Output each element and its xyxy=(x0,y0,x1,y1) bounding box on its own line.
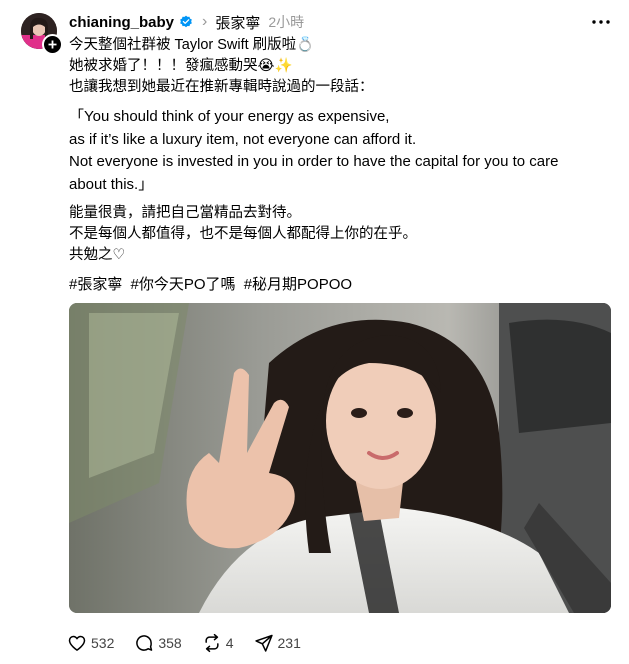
quote-line: as if it’s like a luxury item, not every… xyxy=(69,130,417,148)
topic-tag-link[interactable]: 張家寧 xyxy=(215,12,260,33)
more-dots-icon[interactable] xyxy=(589,11,613,33)
username-link[interactable]: chianing_baby xyxy=(69,14,174,31)
hashtag-link[interactable]: #張家寧 xyxy=(69,276,122,293)
post-header: chianing_baby › 張家寧 2小時 xyxy=(69,11,304,33)
repost-icon xyxy=(202,633,222,653)
post-text-line: 共勉之♡ xyxy=(69,247,126,263)
post-timestamp[interactable]: 2小時 xyxy=(268,12,304,32)
post-photo[interactable] xyxy=(69,303,611,613)
hashtag-link[interactable]: #秘月期POPOO xyxy=(244,276,352,293)
post-text-line: 她被求婚了！！！發瘋感動哭😭✨ xyxy=(69,58,293,74)
repost-count: 4 xyxy=(225,635,234,651)
comment-count: 358 xyxy=(158,635,182,651)
hashtag-link[interactable]: #你今天PO了嗎 xyxy=(131,276,236,293)
verified-badge-icon xyxy=(179,15,193,29)
share-count: 231 xyxy=(277,635,301,651)
like-button[interactable]: 532 xyxy=(67,633,114,653)
post-text-line: 能量很貴，請把自己當精品去對待。 xyxy=(69,205,301,221)
comment-icon xyxy=(134,633,154,653)
quote-line: 「You should think of your energy as expe… xyxy=(69,108,390,125)
repost-button[interactable]: 4 xyxy=(202,633,234,653)
hashtag-list: #張家寧 #你今天PO了嗎 #秘月期POPOO xyxy=(69,274,356,295)
post-text-line: 今天整個社群被 Taylor Swift 刷版啦💍 xyxy=(69,37,315,53)
share-button[interactable]: 231 xyxy=(254,633,301,653)
action-bar: 532 358 4 231 xyxy=(67,631,321,655)
heart-icon xyxy=(67,633,87,653)
follow-plus-icon[interactable] xyxy=(42,34,63,55)
comment-button[interactable]: 358 xyxy=(134,633,182,653)
chevron-separator: › xyxy=(202,13,208,30)
post-quote: 「You should think of your energy as expe… xyxy=(69,106,558,196)
like-count: 532 xyxy=(91,635,115,651)
post-text-line: 也讓我想到她最近在推新專輯時說過的一段話： xyxy=(69,79,374,95)
send-icon xyxy=(254,633,274,653)
quote-line: about this.」 xyxy=(69,175,154,193)
thread-post: chianing_baby › 張家寧 2小時 今天整個社群被 Taylor S… xyxy=(0,0,629,664)
post-text-line: 不是每個人都值得，也不是每個人都配得上你的在乎。 xyxy=(69,226,417,242)
quote-line: Not everyone is invested in you in order… xyxy=(69,153,559,170)
